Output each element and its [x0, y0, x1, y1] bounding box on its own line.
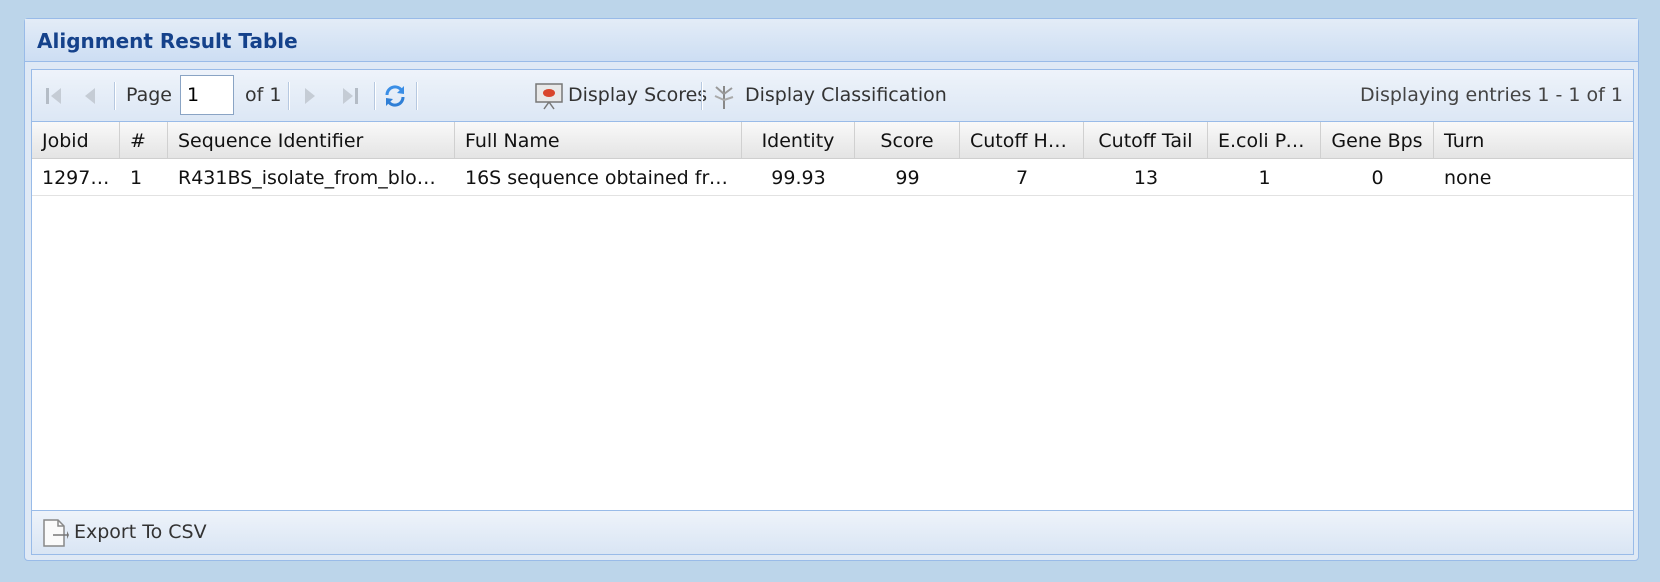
display-classification-button[interactable]: Display Classification	[745, 84, 947, 106]
first-page-button[interactable]	[40, 82, 68, 110]
cell-score: 99	[895, 167, 920, 189]
entries-info: Displaying entries 1 - 1 of 1	[1360, 84, 1623, 106]
display-classification-icon-wrap[interactable]	[709, 81, 739, 111]
cell-ecoli-pos: 1	[1258, 167, 1271, 189]
refresh-button[interactable]	[380, 81, 410, 111]
cell-turn: none	[1444, 167, 1492, 189]
separator	[288, 82, 290, 110]
column-header-gene-bps[interactable]: Gene Bps	[1321, 122, 1434, 158]
cell-gene-bps: 0	[1371, 167, 1384, 189]
prev-page-icon	[85, 88, 95, 104]
column-header-full-name[interactable]: Full Name	[455, 122, 742, 158]
page-number-input[interactable]	[180, 75, 234, 115]
cell-jobid: 12979...	[42, 167, 120, 189]
column-header-cutoff-head[interactable]: Cutoff Head	[960, 122, 1084, 158]
column-header-jobid[interactable]: Jobid	[32, 122, 120, 158]
next-page-button[interactable]	[296, 82, 324, 110]
last-page-icon	[343, 88, 358, 104]
separator	[374, 82, 376, 110]
separator	[416, 82, 418, 110]
cell-cutoff-tail: 13	[1133, 167, 1159, 189]
alignment-result-panel: Alignment Result Table Page of 1	[24, 18, 1639, 561]
column-header-number[interactable]: #	[120, 122, 168, 158]
column-header-ecoli-pos[interactable]: E.coli Pos.	[1208, 122, 1321, 158]
panel-header: Alignment Result Table	[25, 19, 1638, 62]
next-page-icon	[305, 88, 315, 104]
panel-title: Alignment Result Table	[37, 29, 298, 53]
column-header-score[interactable]: Score	[855, 122, 960, 158]
display-scores-button-icon-wrap[interactable]	[533, 80, 565, 112]
refresh-icon	[385, 85, 405, 107]
presentation-icon	[535, 83, 563, 110]
grid-header: Jobid # Sequence Identifier Full Name Id…	[32, 122, 1633, 159]
grid-footer: Export To CSV	[32, 510, 1633, 554]
cell-cutoff-head: 7	[1015, 167, 1029, 189]
cell-full-name: 16S sequence obtained from f...	[465, 167, 742, 189]
export-csv-button[interactable]: Export To CSV	[74, 521, 207, 543]
table-row[interactable]: 12979... 1 R431BS_isolate_from_bloods 16…	[32, 159, 1633, 196]
paging-toolbar: Page of 1	[32, 70, 1633, 122]
column-header-cutoff-tail[interactable]: Cutoff Tail	[1084, 122, 1208, 158]
cell-identity: 99.93	[771, 167, 826, 189]
page-count-label: of 1	[245, 84, 282, 106]
last-page-button[interactable]	[336, 82, 364, 110]
first-page-icon	[46, 88, 61, 104]
cell-sequence-identifier: R431BS_isolate_from_bloods	[178, 167, 451, 189]
separator	[114, 82, 116, 110]
column-header-turn[interactable]: Turn	[1434, 122, 1633, 158]
column-header-identity[interactable]: Identity	[742, 122, 855, 158]
column-header-sequence-identifier[interactable]: Sequence Identifier	[168, 122, 455, 158]
cell-number: 1	[130, 167, 143, 189]
prev-page-button[interactable]	[76, 82, 104, 110]
separator	[701, 82, 703, 110]
export-icon	[43, 519, 69, 547]
tree-icon	[714, 86, 734, 109]
grid-body: Page of 1	[31, 69, 1634, 555]
display-scores-button[interactable]: Display Scores	[568, 84, 707, 106]
export-icon-wrap[interactable]	[40, 518, 70, 548]
page-label: Page	[126, 84, 172, 106]
